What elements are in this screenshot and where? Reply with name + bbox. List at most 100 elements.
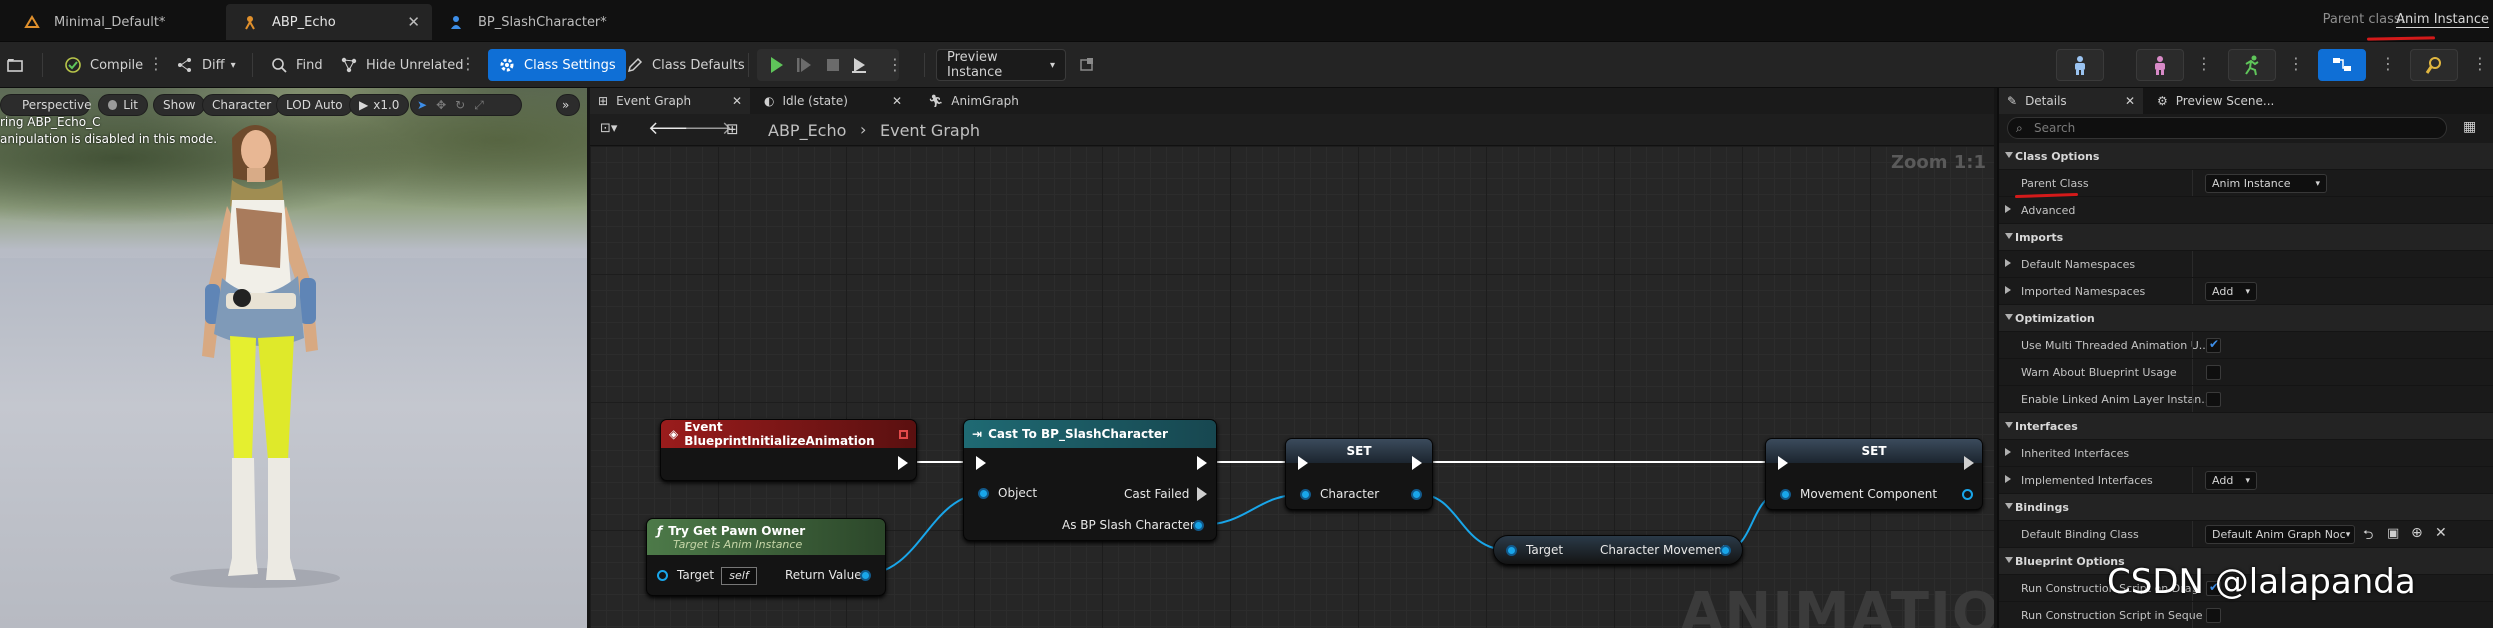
as-slash-character-pin[interactable] <box>1193 520 1204 531</box>
stop-icon[interactable] <box>827 59 839 71</box>
clear-icon[interactable]: ✕ <box>2435 525 2447 541</box>
close-icon[interactable]: ✕ <box>732 94 742 108</box>
return-value-pin[interactable] <box>860 570 871 581</box>
character-out-pin[interactable] <box>1411 489 1422 500</box>
details-search-input[interactable]: ⌕ Search <box>2007 117 2447 139</box>
preview-instance-dropdown[interactable]: Preview Instance ▾ <box>936 49 1066 81</box>
chevron-right-icon[interactable] <box>2005 475 2011 483</box>
close-icon[interactable]: ✕ <box>892 94 902 108</box>
exec-out-pin[interactable] <box>1197 456 1207 470</box>
animation-options-icon[interactable]: ⋮ <box>2288 53 2304 75</box>
tab-preview-scene[interactable]: ⚙ Preview Scene... <box>2149 88 2309 114</box>
eject-icon[interactable] <box>852 58 866 73</box>
mesh-mode-button[interactable] <box>2136 49 2184 81</box>
graph-canvas[interactable]: Zoom 1:1 ANIMATION ◈ Event BlueprintInit… <box>590 146 1994 628</box>
blueprint-options-icon[interactable]: ⋮ <box>2380 53 2396 75</box>
select-icon[interactable]: ➤ <box>417 98 427 112</box>
delegate-pin-icon[interactable] <box>899 429 908 439</box>
hide-unrelated-options-icon[interactable]: ⋮ <box>460 53 476 75</box>
physics-options-icon[interactable]: ⋮ <box>2472 53 2488 75</box>
use-multi-threaded-checkbox[interactable]: ✔ <box>2206 337 2221 353</box>
character-movement-node[interactable]: Target Character Movement <box>1493 535 1743 565</box>
move-icon[interactable]: ✥ <box>436 98 446 112</box>
class-settings-button[interactable]: Class Settings <box>488 49 626 81</box>
exec-in-pin[interactable] <box>1298 456 1308 470</box>
close-icon[interactable]: ✕ <box>407 13 420 31</box>
category-interfaces[interactable]: Interfaces <box>1999 413 2493 440</box>
movement-component-in-pin[interactable] <box>1780 489 1791 500</box>
add-interface-button[interactable]: Add ▾ <box>2205 471 2257 490</box>
self-input[interactable]: self <box>721 567 757 585</box>
perspective-button[interactable]: Perspective <box>0 94 92 116</box>
tab-abp-echo[interactable]: ABP_Echo ✕ <box>226 4 432 40</box>
set-movement-component-node[interactable]: SET Movement Component <box>1765 438 1983 510</box>
hide-unrelated-button[interactable]: Hide Unrelated <box>340 49 464 81</box>
close-icon[interactable]: ✕ <box>2125 94 2135 108</box>
tab-details[interactable]: ✎ Details ✕ <box>1999 88 2143 114</box>
tab-event-graph[interactable]: ⊞ Event Graph ✕ <box>590 88 750 114</box>
movement-component-out-pin[interactable] <box>1962 489 1973 500</box>
step-icon[interactable] <box>797 58 811 72</box>
preview-viewport[interactable]: Perspective Lit Show Character LOD Auto … <box>0 88 587 628</box>
tab-bp-slashcharacter[interactable]: BP_SlashCharacter* <box>432 4 642 40</box>
transform-tools[interactable]: ➤ ✥ ↻ ⤢ <box>410 94 522 116</box>
try-get-pawn-owner-node[interactable]: ƒ Try Get Pawn Owner Target is Anim Insta… <box>646 518 886 596</box>
row-default-namespaces[interactable]: Default Namespaces <box>1999 251 2493 278</box>
lit-button[interactable]: Lit <box>98 94 148 116</box>
exec-out-pin[interactable] <box>898 456 908 470</box>
target-pin[interactable] <box>657 570 668 581</box>
add-namespace-button[interactable]: Add ▾ <box>2205 282 2257 301</box>
warn-about-blueprint-checkbox[interactable] <box>2206 365 2221 380</box>
mesh-options-icon[interactable]: ⋮ <box>2196 53 2212 75</box>
event-initialize-node[interactable]: ◈ Event BlueprintInitializeAnimation <box>660 419 917 481</box>
graph-options-icon[interactable]: ⊡▾ <box>600 121 617 136</box>
playback-speed-button[interactable]: ▶ x1.0 <box>349 94 410 116</box>
row-inherited-interfaces[interactable]: Inherited Interfaces <box>1999 440 2493 467</box>
exec-out-pin[interactable] <box>1412 456 1422 470</box>
play-icon[interactable] <box>771 57 783 73</box>
use-selected-icon[interactable]: ⮌ <box>2363 526 2373 548</box>
find-button[interactable]: Find <box>270 49 323 81</box>
parent-class-link[interactable]: Anim Instance <box>2396 12 2489 28</box>
show-button[interactable]: Show <box>153 94 206 116</box>
tab-anim-graph[interactable]: 🏃︎ AnimGraph <box>920 88 1070 114</box>
animation-mode-button[interactable] <box>2228 49 2276 81</box>
run-construction-sequencer-checkbox[interactable] <box>2206 608 2221 623</box>
category-imports[interactable]: Imports <box>1999 224 2493 251</box>
character-movement-pin[interactable] <box>1720 545 1731 556</box>
target-pin[interactable] <box>1506 545 1517 556</box>
tab-idle-state[interactable]: ◐ Idle (state) ✕ <box>756 88 910 114</box>
debug-filter-button[interactable] <box>1078 49 1104 81</box>
breadcrumb-root[interactable]: ABP_Echo <box>768 121 846 140</box>
skeleton-mode-button[interactable] <box>2056 49 2104 81</box>
exec-out-pin[interactable] <box>1964 456 1974 470</box>
exec-in-pin[interactable] <box>1778 456 1788 470</box>
lod-button[interactable]: LOD Auto <box>276 94 353 116</box>
parent-class-dropdown[interactable]: Anim Instance ▾ <box>2205 174 2327 193</box>
compile-button[interactable]: Compile <box>64 49 143 81</box>
diff-button[interactable]: Diff ▾ <box>176 49 236 81</box>
class-defaults-button[interactable]: Class Defaults <box>626 49 745 81</box>
cast-failed-pin[interactable] <box>1197 487 1207 501</box>
object-pin[interactable] <box>978 488 989 499</box>
play-options-icon[interactable]: ⋮ <box>887 55 903 74</box>
category-bindings[interactable]: Bindings <box>1999 494 2493 521</box>
category-class-options[interactable]: Class Options <box>1999 143 2493 170</box>
compile-options-icon[interactable]: ⋮ <box>148 53 164 75</box>
category-optimization[interactable]: Optimization <box>1999 305 2493 332</box>
chevron-right-icon[interactable] <box>2005 286 2011 294</box>
set-character-node[interactable]: SET Character <box>1285 438 1433 510</box>
browse-folder-icon[interactable]: ▣ <box>2387 526 2399 541</box>
character-in-pin[interactable] <box>1300 489 1311 500</box>
tab-minimal-default[interactable]: Minimal_Default* <box>8 4 226 40</box>
default-binding-dropdown[interactable]: Default Anim Graph Noc ▾ <box>2205 525 2355 544</box>
cast-to-slashcharacter-node[interactable]: ⇥ Cast To BP_SlashCharacter Object Cast … <box>963 419 1217 541</box>
viewport-options-button[interactable]: » <box>556 94 580 116</box>
row-advanced[interactable]: Advanced <box>1999 197 2493 224</box>
browse-button[interactable] <box>6 49 32 81</box>
enable-linked-anim-checkbox[interactable] <box>2206 392 2221 407</box>
character-button[interactable]: Character <box>202 94 282 116</box>
blueprint-mode-button[interactable] <box>2318 49 2366 81</box>
rotate-icon[interactable]: ↻ <box>455 98 465 112</box>
add-icon[interactable]: ⊕ <box>2411 525 2423 541</box>
